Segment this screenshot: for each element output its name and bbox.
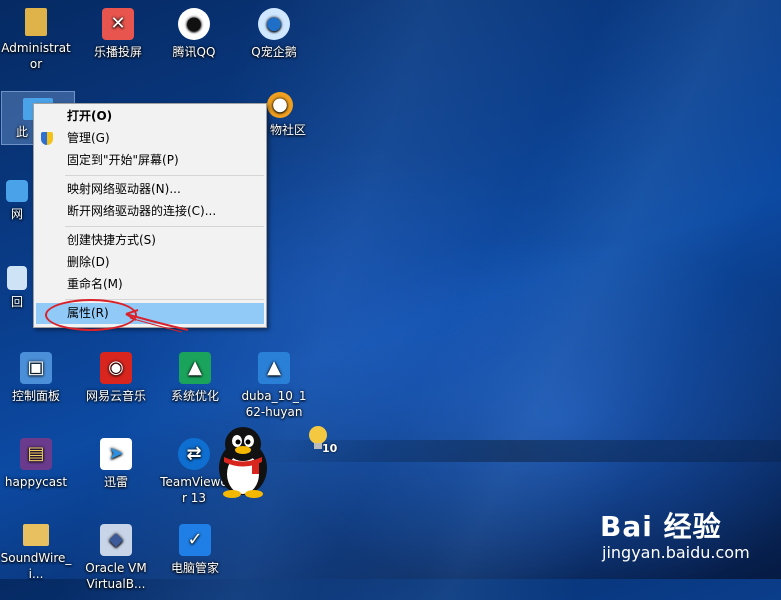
qq-penguin-mascot-icon [219, 427, 267, 498]
lebo-cast-icon: ✕ [102, 8, 134, 40]
menu-item-pin-to-start[interactable]: 固定到"开始"屏幕(P) [36, 150, 264, 171]
folder-icon [23, 524, 49, 546]
desktop-icon-happycast[interactable]: ▤ happycast [0, 438, 72, 490]
user-folder-icon [25, 8, 47, 36]
desktop-icon-administrator[interactable]: Administrator [0, 8, 72, 72]
qq-pet-penguin-icon: ● [258, 8, 290, 40]
menu-item-delete[interactable]: 删除(D) [36, 252, 264, 273]
installer-icon: ▲ [258, 352, 290, 384]
desktop-icon-xunlei[interactable]: ➤ 迅雷 [80, 438, 152, 490]
teamviewer-icon: ⇄ [178, 438, 210, 470]
winrar-archive-icon: ▤ [20, 438, 52, 470]
shield-check-icon: ✓ [179, 524, 211, 556]
lightbulb-widget[interactable]: 10 [306, 424, 338, 456]
menu-item-open[interactable]: 打开(O) [36, 106, 264, 127]
rocket-icon: ▲ [179, 352, 211, 384]
uac-shield-icon [41, 132, 53, 145]
menu-separator [65, 226, 264, 227]
menu-item-map-network-drive[interactable]: 映射网络驱动器(N)... [36, 179, 264, 200]
desktop-icon-lebo[interactable]: ✕ 乐播投屏 [82, 8, 154, 60]
desktop-icon-pc-manager[interactable]: ✓ 电脑管家 [159, 524, 231, 576]
network-icon [6, 180, 28, 202]
watermark-url: jingyan.baidu.com [602, 543, 750, 562]
desktop-icon-duba[interactable]: ▲ duba_10_162-huyan [238, 352, 310, 420]
community-flower-icon: ● [267, 92, 293, 118]
recycle-bin-icon [7, 266, 27, 290]
desktop-icon-control-panel[interactable]: ▣ 控制面板 [0, 352, 72, 404]
desktop-icon-network[interactable]: 网 [2, 180, 32, 222]
context-menu: 打开(O) 管理(G) 固定到"开始"屏幕(P) 映射网络驱动器(N)... 断… [33, 103, 267, 328]
desktop-icon-soundwire[interactable]: SoundWire_i... [0, 524, 72, 582]
watermark-brand: Bai 经验 [600, 510, 722, 543]
annotation-arrow-icon [125, 309, 189, 333]
netease-music-icon: ◉ [100, 352, 132, 384]
desktop-icon-virtualbox[interactable]: ◆ Oracle VM VirtualB... [80, 524, 152, 592]
menu-separator [65, 175, 264, 176]
menu-item-disconnect-network-drive[interactable]: 断开网络驱动器的连接(C)... [36, 201, 264, 222]
desktop-icon-netease-music[interactable]: ◉ 网易云音乐 [80, 352, 152, 404]
menu-item-rename[interactable]: 重命名(M) [36, 274, 264, 295]
desktop-icon-qpet[interactable]: ● Q宠企鹅 [238, 8, 310, 60]
xunlei-bird-icon: ➤ [100, 438, 132, 470]
virtualbox-cube-icon: ◆ [100, 524, 132, 556]
desktop-icon-system-optimize[interactable]: ▲ 系统优化 [159, 352, 231, 404]
lightbulb-badge: 10 [322, 442, 338, 455]
menu-item-create-shortcut[interactable]: 创建快捷方式(S) [36, 230, 264, 251]
control-panel-icon: ▣ [20, 352, 52, 384]
desktop-icon-recycle-bin[interactable]: 回 [2, 266, 32, 310]
baidu-jingyan-watermark: Bai 经验 jingyan.baidu.com [596, 505, 776, 575]
menu-item-manage[interactable]: 管理(G) [36, 128, 264, 149]
desktop-icon-qq[interactable]: ● 腾讯QQ [158, 8, 230, 60]
qq-penguin-icon: ● [178, 8, 210, 40]
